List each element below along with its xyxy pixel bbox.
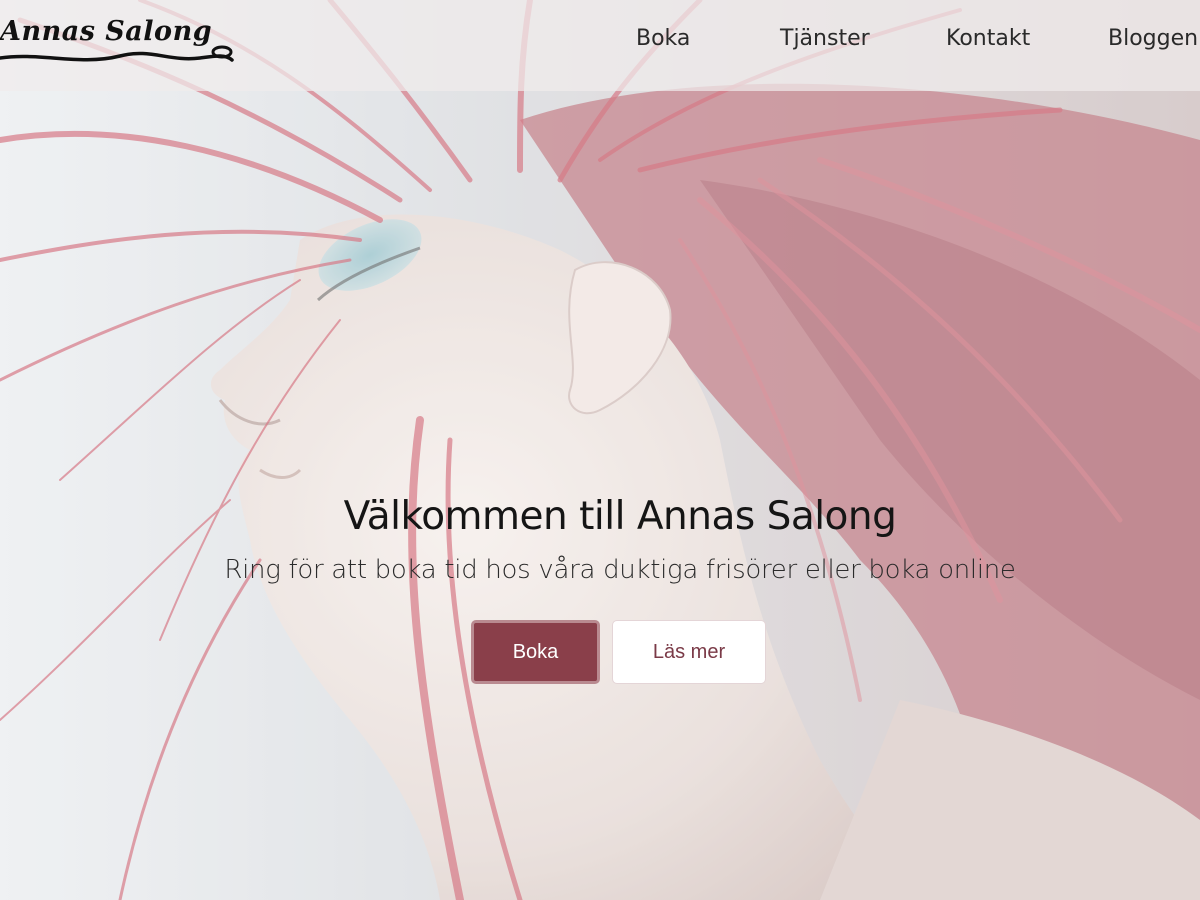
hero-subtitle: Ring för att boka tid hos våra duktiga f… (224, 555, 1016, 585)
hero-title: Välkommen till Annas Salong (343, 494, 897, 539)
nav-item-tjanster[interactable]: Tjänster (780, 26, 870, 51)
las-mer-button[interactable]: Läs mer (612, 620, 766, 684)
site-header: Annas Salong Boka Tjänster Kontakt Blogg… (0, 0, 1200, 91)
page: Annas Salong Boka Tjänster Kontakt Blogg… (0, 0, 1200, 900)
nav-item-boka[interactable]: Boka (636, 26, 690, 51)
main-nav: Boka Tjänster Kontakt Bloggen (0, 0, 1200, 82)
nav-item-kontakt[interactable]: Kontakt (946, 26, 1030, 51)
hero-overlay (0, 0, 1200, 900)
nav-item-bloggen[interactable]: Bloggen (1108, 26, 1198, 51)
boka-button[interactable]: Boka (471, 620, 600, 684)
